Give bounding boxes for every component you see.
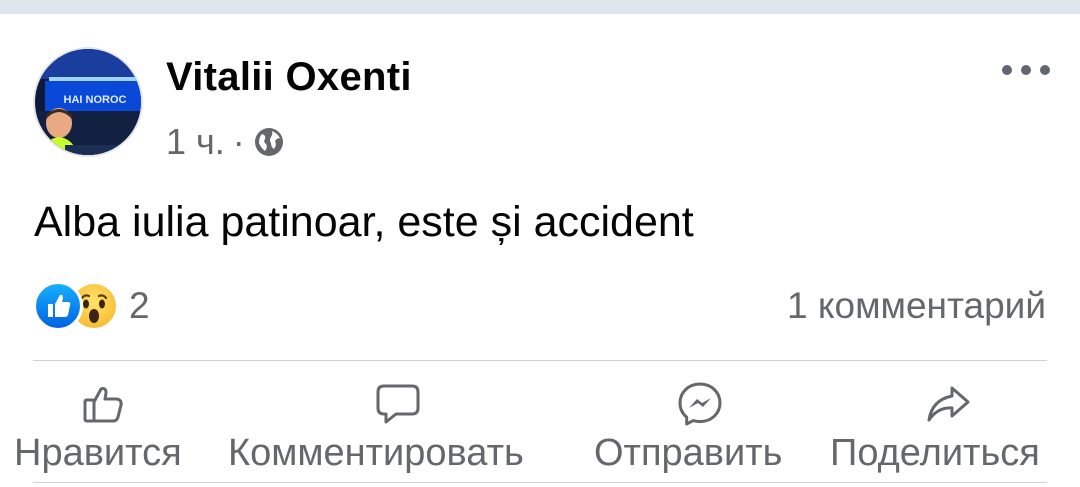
like-button[interactable]: Нравится xyxy=(14,376,204,484)
meta-separator: · xyxy=(232,121,245,162)
divider xyxy=(33,482,1047,483)
reactions-count: 2 xyxy=(129,285,150,326)
send-button[interactable]: Отправить xyxy=(594,376,806,484)
like-label: Нравится xyxy=(14,432,182,474)
like-reaction-icon xyxy=(33,281,83,331)
svg-text:HAI NOROC: HAI NOROC xyxy=(64,94,127,106)
more-dot xyxy=(1040,65,1050,75)
post-card: HAI NOROC Vitalii Oxenti 1 ч. · Alba iul… xyxy=(0,14,1080,487)
top-strip xyxy=(0,0,1080,14)
post-meta: 1 ч. · xyxy=(166,121,285,163)
share-button[interactable]: Поделиться xyxy=(830,376,1066,484)
more-dot xyxy=(1002,65,1012,75)
avatar[interactable]: HAI NOROC xyxy=(33,47,143,157)
share-icon xyxy=(927,386,970,422)
messenger-icon xyxy=(678,382,722,426)
avatar-photo: HAI NOROC xyxy=(35,49,141,155)
more-dot xyxy=(1021,65,1031,75)
reactions-summary[interactable]: 2 xyxy=(33,281,150,331)
thumbs-up-icon xyxy=(83,387,123,423)
comment-button[interactable]: Комментировать xyxy=(228,376,568,484)
share-label: Поделиться xyxy=(830,432,1040,474)
post-time[interactable]: 1 ч. xyxy=(166,121,225,163)
author-name[interactable]: Vitalii Oxenti xyxy=(166,55,412,100)
more-options-button[interactable] xyxy=(1002,60,1050,80)
post-text: Alba iulia patinoar, este și accident xyxy=(34,198,694,246)
comment-label: Комментировать xyxy=(228,432,524,474)
comment-icon xyxy=(376,384,420,424)
globe-icon xyxy=(254,128,283,156)
action-bar: Нравится Комментировать Отправить Подели… xyxy=(0,376,1080,484)
send-label: Отправить xyxy=(594,432,783,474)
comments-count-link[interactable]: 1 комментарий xyxy=(787,283,1046,329)
divider xyxy=(33,360,1047,361)
